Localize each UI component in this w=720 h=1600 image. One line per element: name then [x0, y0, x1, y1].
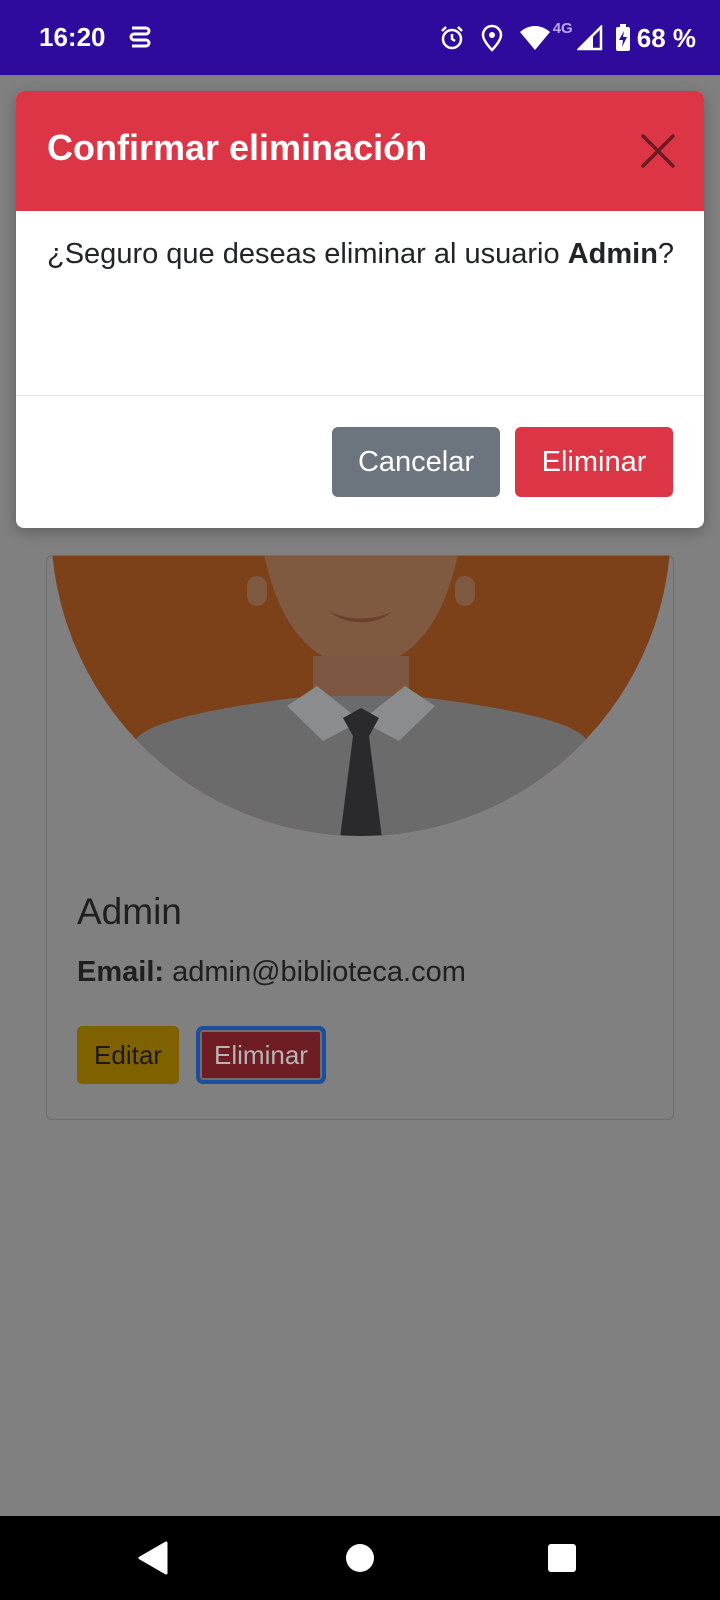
recents-icon[interactable] — [542, 1538, 582, 1578]
navigation-bar — [0, 1516, 720, 1600]
confirm-delete-button[interactable]: Eliminar — [515, 427, 673, 497]
location-icon — [481, 24, 503, 52]
back-icon[interactable] — [134, 1538, 174, 1578]
status-time: 16:20 — [39, 22, 106, 52]
message-username: Admin — [567, 238, 658, 270]
message-prefix: ¿Seguro que deseas eliminar al usuario — [47, 238, 568, 270]
signal-icon — [576, 25, 603, 51]
user-avatar — [47, 556, 673, 846]
confirm-delete-modal: Confirmar eliminación ¿Seguro que deseas… — [16, 91, 704, 528]
status-icons: 4G 68 % — [423, 18, 696, 58]
close-icon[interactable] — [634, 127, 682, 175]
user-name: Admin — [77, 891, 182, 932]
user-email: Email: admin@biblioteca.com — [77, 956, 466, 989]
network-type-label: 4G — [552, 19, 573, 37]
modal-title: Confirmar eliminación — [47, 127, 428, 168]
modal-header: Confirmar eliminación — [16, 91, 704, 211]
edit-button[interactable]: Editar — [77, 1026, 179, 1084]
alarm-icon — [439, 25, 465, 51]
s-app-icon — [128, 22, 152, 52]
home-icon[interactable] — [340, 1538, 380, 1578]
email-label: Email: — [77, 956, 165, 988]
battery-percent: 68 % — [636, 22, 696, 53]
cancel-button[interactable]: Cancelar — [332, 427, 500, 497]
delete-button[interactable]: Eliminar — [196, 1026, 326, 1084]
modal-divider — [16, 395, 704, 396]
message-suffix: ? — [657, 238, 675, 270]
modal-message: ¿Seguro que deseas eliminar al usuario A… — [47, 231, 677, 277]
status-bar: 16:20 4G 68 % — [0, 0, 720, 75]
battery-charging-icon — [615, 24, 631, 52]
email-value: admin@biblioteca.com — [172, 956, 466, 988]
wifi-icon — [519, 25, 551, 51]
user-card: Admin Email: admin@biblioteca.com Editar… — [46, 555, 674, 1120]
